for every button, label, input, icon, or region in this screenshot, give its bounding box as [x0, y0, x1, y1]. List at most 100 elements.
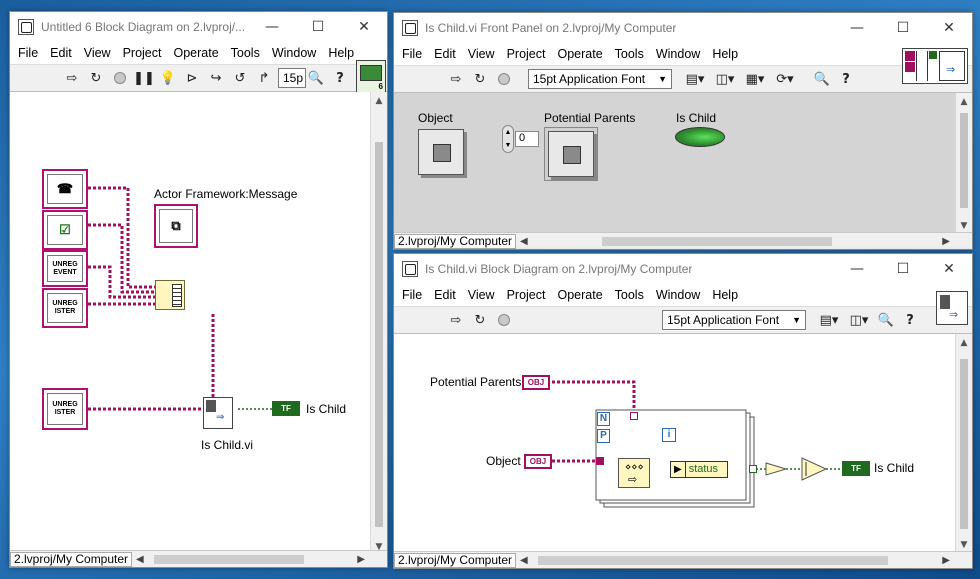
horizontal-scroll-thumb[interactable]: [601, 236, 832, 246]
unbundle-status-node[interactable]: ▶ status: [670, 461, 728, 478]
array-index-field[interactable]: 0: [515, 131, 539, 147]
menu-file[interactable]: File: [396, 47, 428, 61]
block-diagram-canvas[interactable]: ☎ ☑ UNREG EVENT UNREG ISTER UNREG ISTER …: [10, 92, 371, 555]
is-child-terminal[interactable]: TF: [842, 461, 870, 476]
vertical-scrollbar[interactable]: ▲ ▼: [955, 93, 972, 234]
menu-project[interactable]: Project: [117, 46, 168, 60]
menu-tools[interactable]: Tools: [225, 46, 266, 60]
search-icon[interactable]: 🔍: [876, 310, 896, 330]
distribute-objects-icon[interactable]: ◫▾: [846, 310, 872, 330]
run-arrow-icon[interactable]: ⇨: [446, 310, 466, 330]
step-out-icon[interactable]: ↱: [254, 68, 274, 88]
unregister-event-node[interactable]: UNREG EVENT: [42, 250, 88, 287]
title-bar[interactable]: Is Child.vi Front Panel on 2.lvproj/My C…: [394, 13, 972, 43]
title-bar[interactable]: Untitled 6 Block Diagram on 2.lvproj/...…: [10, 12, 387, 42]
menu-help[interactable]: Help: [706, 47, 744, 61]
scroll-right-arrow[interactable]: ▶: [938, 555, 954, 566]
minimize-button[interactable]: —: [834, 254, 880, 284]
font-size-box[interactable]: 15p: [278, 68, 306, 88]
run-continuously-icon[interactable]: ↻: [470, 69, 490, 89]
menu-window[interactable]: Window: [650, 47, 706, 61]
connector-pane[interactable]: ⇒: [902, 48, 968, 84]
scroll-left-arrow[interactable]: ◀: [516, 236, 532, 247]
menu-operate[interactable]: Operate: [551, 288, 608, 302]
title-bar[interactable]: Is Child.vi Block Diagram on 2.lvproj/My…: [394, 254, 972, 284]
maximize-button[interactable]: ☐: [880, 13, 926, 43]
search-icon[interactable]: 🔍: [306, 68, 326, 88]
menu-help[interactable]: Help: [706, 288, 744, 302]
minimize-button[interactable]: —: [249, 12, 295, 42]
run-continuously-icon[interactable]: ↻: [470, 310, 490, 330]
horizontal-scroll-thumb[interactable]: [153, 554, 304, 564]
run-arrow-icon[interactable]: ⇨: [62, 68, 82, 88]
is-child-indicator[interactable]: TF: [272, 401, 300, 416]
minimize-button[interactable]: —: [834, 13, 880, 43]
scroll-left-arrow[interactable]: ◀: [132, 554, 148, 565]
distribute-objects-icon[interactable]: ◫▾: [712, 69, 738, 89]
close-button[interactable]: ✕: [926, 13, 972, 43]
abort-icon[interactable]: [494, 310, 514, 330]
scroll-right-arrow[interactable]: ▶: [938, 236, 954, 247]
vi-icon[interactable]: 6: [356, 60, 386, 94]
array-index-spinner[interactable]: ▲ ▼: [502, 125, 514, 153]
step-into-icon[interactable]: ↪: [206, 68, 226, 88]
vertical-scrollbar[interactable]: ▲ ▼: [955, 334, 972, 553]
menu-edit[interactable]: Edit: [428, 288, 462, 302]
register-event-node-1[interactable]: ☎: [42, 169, 88, 209]
menu-operate[interactable]: Operate: [167, 46, 224, 60]
font-selector[interactable]: 15pt Application Font ▼: [528, 69, 672, 89]
menu-edit[interactable]: Edit: [428, 47, 462, 61]
project-context[interactable]: 2.lvproj/My Computer: [394, 552, 517, 568]
register-event-node-2[interactable]: ☑: [42, 210, 88, 250]
align-objects-icon[interactable]: ▤▾: [682, 69, 708, 89]
menu-view[interactable]: View: [462, 288, 501, 302]
front-panel-canvas[interactable]: Object ▲ ▼ 0 Potential Parents Is Child: [394, 93, 956, 234]
help-icon[interactable]: ?: [900, 310, 920, 330]
menu-file[interactable]: File: [396, 288, 428, 302]
menu-view[interactable]: View: [78, 46, 117, 60]
menu-window[interactable]: Window: [266, 46, 322, 60]
step-over-icon[interactable]: ↺: [230, 68, 250, 88]
potential-parents-element[interactable]: [548, 131, 594, 177]
block-diagram-canvas[interactable]: Potential Parents OBJ Object OBJ N P i ⋄…: [394, 334, 956, 553]
scroll-left-arrow[interactable]: ◀: [516, 555, 532, 566]
unregister-node-1[interactable]: UNREG ISTER: [42, 288, 88, 328]
project-context[interactable]: 2.lvproj/My Computer: [10, 551, 133, 567]
menu-window[interactable]: Window: [650, 288, 706, 302]
help-icon[interactable]: ?: [836, 69, 856, 89]
bundle-node[interactable]: [155, 280, 185, 310]
abort-icon[interactable]: [494, 69, 514, 89]
menu-help[interactable]: Help: [322, 46, 360, 60]
abort-icon[interactable]: [110, 68, 130, 88]
highlight-execution-icon[interactable]: 💡: [158, 68, 178, 88]
object-control[interactable]: [418, 129, 464, 175]
align-objects-icon[interactable]: ▤▾: [816, 310, 842, 330]
preserve-runtime-class-node[interactable]: ⋄⋄⋄ ⇨: [618, 458, 650, 488]
menu-project[interactable]: Project: [501, 288, 552, 302]
run-arrow-icon[interactable]: ⇨: [446, 69, 466, 89]
object-terminal[interactable]: OBJ: [524, 454, 552, 469]
actor-message-constant[interactable]: ⧉: [154, 204, 198, 248]
resize-objects-icon[interactable]: ▦▾: [742, 69, 768, 89]
pause-icon[interactable]: ❚❚: [133, 68, 155, 88]
font-selector[interactable]: 15pt Application Font ▼: [662, 310, 806, 330]
close-button[interactable]: ✕: [926, 254, 972, 284]
retain-wire-values-icon[interactable]: ⊳: [182, 68, 202, 88]
is-child-subvi[interactable]: ⇒: [203, 397, 233, 429]
search-icon[interactable]: 🔍: [812, 69, 832, 89]
project-context[interactable]: 2.lvproj/My Computer: [394, 233, 517, 249]
menu-project[interactable]: Project: [501, 47, 552, 61]
potential-parents-array[interactable]: [544, 127, 598, 181]
vi-icon[interactable]: ⇒: [936, 291, 968, 325]
horizontal-scroll-thumb[interactable]: [537, 555, 888, 565]
menu-file[interactable]: File: [12, 46, 44, 60]
close-button[interactable]: ✕: [341, 12, 387, 42]
vertical-scrollbar[interactable]: ▲ ▼: [370, 92, 387, 555]
reorder-icon[interactable]: ⟳▾: [772, 69, 798, 89]
menu-operate[interactable]: Operate: [551, 47, 608, 61]
maximize-button[interactable]: ☐: [295, 12, 341, 42]
potential-parents-terminal[interactable]: OBJ: [522, 375, 550, 390]
help-icon[interactable]: ?: [330, 68, 350, 88]
menu-edit[interactable]: Edit: [44, 46, 78, 60]
run-continuously-icon[interactable]: ↻: [86, 68, 106, 88]
